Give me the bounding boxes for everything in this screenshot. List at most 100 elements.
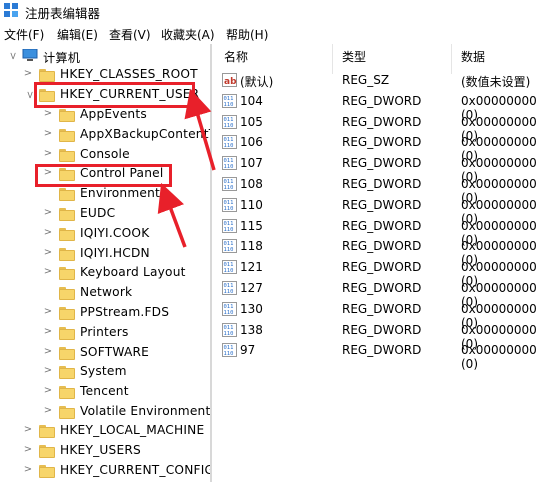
tree-node-child[interactable]: > System: [0, 363, 210, 383]
chevron-right-icon[interactable]: >: [42, 148, 54, 162]
value-row[interactable]: 011 110 130 REG_DWORD 0x00000000 (0): [214, 300, 554, 330]
tree-node-child[interactable]: > Console: [0, 146, 210, 166]
chevron-right-icon[interactable]: >: [22, 464, 34, 478]
tree-node-computer[interactable]: > 计算机: [0, 47, 210, 67]
tree-label: HKEY_CURRENT_CONFIG: [60, 463, 212, 477]
chevron-down-icon[interactable]: >: [4, 50, 18, 62]
svg-text:110: 110: [224, 247, 234, 253]
value-row[interactable]: ab (默认) REG_SZ (数值未设置): [214, 71, 554, 92]
svg-text:110: 110: [224, 289, 234, 295]
chevron-right-icon[interactable]: >: [42, 247, 54, 261]
value-type: REG_DWORD: [342, 301, 422, 316]
chevron-right-icon[interactable]: >: [22, 444, 34, 458]
folder-icon: [39, 69, 55, 82]
svg-text:110: 110: [224, 331, 234, 337]
folder-icon: [59, 386, 75, 400]
value-type: REG_DWORD: [342, 322, 422, 337]
tree-node-hkey-users[interactable]: > HKEY_USERS: [0, 442, 210, 462]
binary-value-icon: 011110: [222, 322, 237, 337]
value-type: REG_DWORD: [342, 156, 422, 171]
folder-icon: [59, 307, 75, 320]
chevron-right-icon[interactable]: >: [42, 405, 54, 419]
value-row[interactable]: 011 110 97 REG_DWORD 0x00000000 (0): [214, 341, 554, 371]
tree-node-child[interactable]: > AppEvents: [0, 106, 210, 126]
chevron-right-icon[interactable]: >: [22, 68, 34, 82]
menu-favorites[interactable]: 收藏夹(A): [161, 26, 215, 43]
value-name: 110: [240, 197, 263, 212]
chevron-right-icon[interactable]: >: [42, 385, 54, 399]
tree-label: Tencent: [80, 384, 129, 399]
tree-label: Network: [80, 285, 133, 300]
folder-icon: [59, 287, 75, 301]
tree-node-hkey-local-machine[interactable]: > HKEY_LOCAL_MACHINE: [0, 422, 210, 442]
chevron-right-icon[interactable]: >: [42, 306, 54, 320]
menu-help[interactable]: 帮助(H): [226, 26, 268, 43]
value-row[interactable]: 011 110 127 REG_DWORD 0x00000000 (0): [214, 279, 554, 309]
chevron-right-icon[interactable]: >: [42, 227, 54, 241]
value-row[interactable]: 011 110 121 REG_DWORD 0x00000000 (0): [214, 258, 554, 288]
chevron-right-icon[interactable]: >: [42, 207, 54, 221]
computer-icon: [22, 49, 38, 61]
menu-edit[interactable]: 编辑(E): [57, 26, 98, 43]
binary-value-icon: 011110: [222, 93, 237, 108]
column-header-data[interactable]: 数据: [461, 48, 485, 65]
chevron-right-icon[interactable]: >: [42, 108, 54, 122]
tree-label: PPStream.FDS: [80, 305, 170, 319]
tree-node-child[interactable]: Network: [0, 284, 210, 304]
value-name: 105: [240, 114, 263, 129]
tree-node-child[interactable]: > EUDC: [0, 205, 210, 225]
tree-node-child[interactable]: > SOFTWARE: [0, 344, 210, 364]
tree-node-child[interactable]: > Tencent: [0, 383, 210, 403]
menu-view[interactable]: 查看(V): [109, 26, 151, 43]
column-separator[interactable]: [332, 44, 333, 74]
value-row[interactable]: 011 110 107 REG_DWORD 0x00000000 (0): [214, 154, 554, 184]
binary-value-icon: 011110: [222, 218, 237, 233]
value-name: 118: [240, 239, 263, 254]
tree-node-child[interactable]: > IQIYI.HCDN: [0, 245, 210, 265]
folder-icon: [59, 247, 75, 261]
value-row[interactable]: 011 110 105 REG_DWORD 0x00000000 (0): [214, 113, 554, 143]
value-data: 0x00000000 (0): [461, 343, 537, 372]
value-type: REG_DWORD: [342, 177, 422, 191]
tree-label: HKEY_CLASSES_ROOT: [60, 67, 198, 81]
value-row[interactable]: 011 110 118 REG_DWORD 0x00000000 (0): [214, 237, 554, 267]
tree-label: IQIYI.HCDN: [80, 245, 150, 260]
chevron-right-icon[interactable]: >: [42, 266, 54, 280]
tree-node-child[interactable]: > IQIYI.COOK: [0, 225, 210, 245]
tree-node-child[interactable]: > Volatile Environment: [0, 403, 210, 423]
value-type: REG_DWORD: [342, 93, 422, 108]
tree-node-child[interactable]: Environment: [0, 185, 210, 205]
folder-icon: [59, 406, 75, 419]
column-header-type[interactable]: 类型: [342, 48, 366, 65]
column-separator[interactable]: [451, 44, 452, 74]
folder-icon: [59, 148, 75, 162]
chevron-right-icon[interactable]: >: [42, 346, 54, 360]
value-row[interactable]: 011 110 115 REG_DWORD 0x00000000 (0): [214, 217, 554, 247]
tree-node-child[interactable]: > Keyboard Layout: [0, 264, 210, 284]
chevron-right-icon[interactable]: >: [42, 365, 54, 379]
tree-node-child[interactable]: > PPStream.FDS: [0, 304, 210, 324]
value-row[interactable]: 011 110 108 REG_DWORD 0x00000000 (0): [214, 175, 554, 205]
tree-label: Volatile Environment: [80, 404, 211, 418]
tree-node-hkey-current-config[interactable]: > HKEY_CURRENT_CONFIG: [0, 462, 210, 482]
menu-file[interactable]: 文件(F): [4, 26, 44, 43]
chevron-right-icon[interactable]: >: [42, 326, 54, 340]
value-name: 104: [240, 93, 263, 108]
value-name: 121: [240, 260, 263, 275]
value-type: REG_DWORD: [342, 197, 422, 212]
registry-tree[interactable]: > 计算机 > HKEY_CLASSES_ROOT > HKEY_CURRENT…: [0, 44, 212, 482]
values-list[interactable]: 名称 类型 数据 ab (默认) REG_SZ (数值未设置) 011 110 104 REG…: [214, 44, 554, 482]
value-row[interactable]: 011 110 106 REG_DWORD 0x00000000 (0): [214, 133, 554, 163]
chevron-down-icon[interactable]: >: [21, 89, 35, 101]
tree-node-child[interactable]: > Printers: [0, 324, 210, 344]
column-header-name[interactable]: 名称: [224, 48, 248, 65]
binary-value-icon: 011110: [222, 343, 237, 358]
highlight-box-control-panel: [35, 164, 172, 187]
value-row[interactable]: 011 110 104 REG_DWORD 0x00000000 (0): [214, 92, 554, 122]
chevron-right-icon[interactable]: >: [42, 128, 54, 142]
value-row[interactable]: 011 110 138 REG_DWORD 0x00000000 (0): [214, 321, 554, 351]
value-row[interactable]: 011 110 110 REG_DWORD 0x00000000 (0): [214, 196, 554, 226]
tree-node-child[interactable]: > AppXBackupContentTy: [0, 126, 210, 146]
chevron-right-icon[interactable]: >: [22, 424, 34, 438]
folder-icon: [59, 346, 75, 360]
